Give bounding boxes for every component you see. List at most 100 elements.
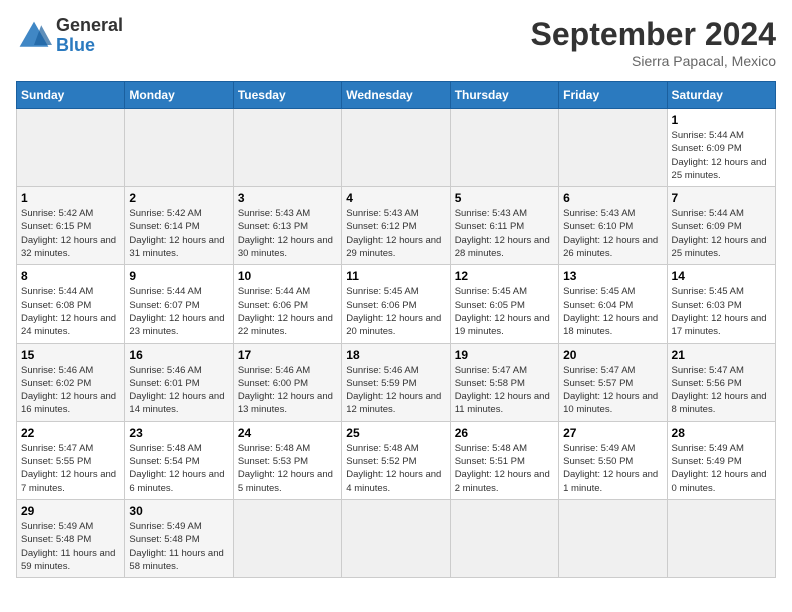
day-info: Sunrise: 5:49 AMSunset: 5:48 PMDaylight:… — [129, 520, 228, 573]
calendar-cell: 18 Sunrise: 5:46 AMSunset: 5:59 PMDayligh… — [342, 343, 450, 421]
calendar-cell: 20 Sunrise: 5:47 AMSunset: 5:57 PMDayligh… — [559, 343, 667, 421]
calendar-cell — [125, 109, 233, 187]
day-info: Sunrise: 5:45 AMSunset: 6:04 PMDaylight:… — [563, 285, 662, 338]
calendar-cell — [559, 499, 667, 577]
day-number: 1 — [21, 191, 120, 205]
calendar-cell: 19Sunrise: 5:47 AMSunset: 5:58 PMDayligh… — [450, 343, 558, 421]
calendar-cell: 28Sunrise: 5:49 AMSunset: 5:49 PMDayligh… — [667, 421, 775, 499]
day-number: 4 — [346, 191, 445, 205]
calendar-cell — [450, 499, 558, 577]
calendar-week-row: 22 Sunrise: 5:47 AMSunset: 5:55 PMDayligh… — [17, 421, 776, 499]
page-header: General Blue September 2024 Sierra Papac… — [16, 16, 776, 69]
calendar-cell: 2 Sunrise: 5:42 AMSunset: 6:14 PMDaylight… — [125, 187, 233, 265]
day-info: Sunrise: 5:49 AMSunset: 5:49 PMDaylight:… — [672, 442, 771, 495]
logo-icon — [16, 18, 52, 54]
calendar-cell: 27 Sunrise: 5:49 AMSunset: 5:50 PMDayligh… — [559, 421, 667, 499]
calendar-week-row: 1 Sunrise: 5:44 AMSunset: 6:09 PMDaylight… — [17, 109, 776, 187]
day-number: 6 — [563, 191, 662, 205]
calendar-cell: 23 Sunrise: 5:48 AMSunset: 5:54 PMDayligh… — [125, 421, 233, 499]
day-info: Sunrise: 5:43 AMSunset: 6:12 PMDaylight:… — [346, 207, 445, 260]
calendar-cell — [342, 109, 450, 187]
day-number: 10 — [238, 269, 337, 283]
day-number: 2 — [129, 191, 228, 205]
day-number: 26 — [455, 426, 554, 440]
day-info: Sunrise: 5:49 AMSunset: 5:50 PMDaylight:… — [563, 442, 662, 495]
day-info: Sunrise: 5:42 AMSunset: 6:15 PMDaylight:… — [21, 207, 120, 260]
calendar-cell — [342, 499, 450, 577]
day-info: Sunrise: 5:42 AMSunset: 6:14 PMDaylight:… — [129, 207, 228, 260]
day-number: 3 — [238, 191, 337, 205]
calendar-cell: 16 Sunrise: 5:46 AMSunset: 6:01 PMDayligh… — [125, 343, 233, 421]
day-info: Sunrise: 5:43 AMSunset: 6:13 PMDaylight:… — [238, 207, 337, 260]
day-number: 14 — [672, 269, 771, 283]
calendar-cell: 5 Sunrise: 5:43 AMSunset: 6:11 PMDaylight… — [450, 187, 558, 265]
calendar-week-row: 29Sunrise: 5:49 AMSunset: 5:48 PMDayligh… — [17, 499, 776, 577]
day-of-week-header: Friday — [559, 82, 667, 109]
day-number: 25 — [346, 426, 445, 440]
day-number: 21 — [672, 348, 771, 362]
day-of-week-header: Thursday — [450, 82, 558, 109]
day-info: Sunrise: 5:47 AMSunset: 5:58 PMDaylight:… — [455, 364, 554, 417]
day-number: 30 — [129, 504, 228, 518]
day-info: Sunrise: 5:47 AMSunset: 5:56 PMDaylight:… — [672, 364, 771, 417]
day-info: Sunrise: 5:48 AMSunset: 5:52 PMDaylight:… — [346, 442, 445, 495]
day-of-week-header: Sunday — [17, 82, 125, 109]
calendar-cell — [559, 109, 667, 187]
day-info: Sunrise: 5:43 AMSunset: 6:10 PMDaylight:… — [563, 207, 662, 260]
day-number: 11 — [346, 269, 445, 283]
day-info: Sunrise: 5:48 AMSunset: 5:54 PMDaylight:… — [129, 442, 228, 495]
calendar-cell: 26 Sunrise: 5:48 AMSunset: 5:51 PMDayligh… — [450, 421, 558, 499]
day-info: Sunrise: 5:44 AMSunset: 6:08 PMDaylight:… — [21, 285, 120, 338]
calendar-cell: 22 Sunrise: 5:47 AMSunset: 5:55 PMDayligh… — [17, 421, 125, 499]
day-info: Sunrise: 5:46 AMSunset: 5:59 PMDaylight:… — [346, 364, 445, 417]
day-info: Sunrise: 5:45 AMSunset: 6:06 PMDaylight:… — [346, 285, 445, 338]
day-number: 16 — [129, 348, 228, 362]
day-number: 27 — [563, 426, 662, 440]
calendar-cell: 15Sunrise: 5:46 AMSunset: 6:02 PMDayligh… — [17, 343, 125, 421]
calendar-week-row: 8 Sunrise: 5:44 AMSunset: 6:08 PMDaylight… — [17, 265, 776, 343]
calendar-cell: 3 Sunrise: 5:43 AMSunset: 6:13 PMDaylight… — [233, 187, 341, 265]
calendar-cell: 7 Sunrise: 5:44 AMSunset: 6:09 PMDaylight… — [667, 187, 775, 265]
day-number: 12 — [455, 269, 554, 283]
day-info: Sunrise: 5:49 AMSunset: 5:48 PMDaylight:… — [21, 520, 120, 573]
day-number: 17 — [238, 348, 337, 362]
logo: General Blue — [16, 16, 123, 56]
day-info: Sunrise: 5:44 AMSunset: 6:09 PMDaylight:… — [672, 207, 771, 260]
calendar-cell: 8 Sunrise: 5:44 AMSunset: 6:08 PMDaylight… — [17, 265, 125, 343]
day-of-week-header: Tuesday — [233, 82, 341, 109]
day-number: 1 — [672, 113, 771, 127]
day-number: 5 — [455, 191, 554, 205]
calendar-cell — [17, 109, 125, 187]
day-number: 8 — [21, 269, 120, 283]
calendar-cell: 1 Sunrise: 5:42 AMSunset: 6:15 PMDaylight… — [17, 187, 125, 265]
day-number: 9 — [129, 269, 228, 283]
day-number: 23 — [129, 426, 228, 440]
day-number: 18 — [346, 348, 445, 362]
day-number: 22 — [21, 426, 120, 440]
calendar-cell: 21 Sunrise: 5:47 AMSunset: 5:56 PMDayligh… — [667, 343, 775, 421]
calendar-table: SundayMondayTuesdayWednesdayThursdayFrid… — [16, 81, 776, 578]
day-info: Sunrise: 5:48 AMSunset: 5:53 PMDaylight:… — [238, 442, 337, 495]
day-of-week-header: Saturday — [667, 82, 775, 109]
day-info: Sunrise: 5:47 AMSunset: 5:55 PMDaylight:… — [21, 442, 120, 495]
day-info: Sunrise: 5:46 AMSunset: 6:00 PMDaylight:… — [238, 364, 337, 417]
days-of-week-row: SundayMondayTuesdayWednesdayThursdayFrid… — [17, 82, 776, 109]
calendar-cell — [233, 109, 341, 187]
day-info: Sunrise: 5:47 AMSunset: 5:57 PMDaylight:… — [563, 364, 662, 417]
day-info: Sunrise: 5:46 AMSunset: 6:01 PMDaylight:… — [129, 364, 228, 417]
day-of-week-header: Wednesday — [342, 82, 450, 109]
calendar-cell — [233, 499, 341, 577]
calendar-cell: 10Sunrise: 5:44 AMSunset: 6:06 PMDayligh… — [233, 265, 341, 343]
day-number: 20 — [563, 348, 662, 362]
logo-line2: Blue — [56, 36, 123, 56]
day-info: Sunrise: 5:48 AMSunset: 5:51 PMDaylight:… — [455, 442, 554, 495]
day-info: Sunrise: 5:43 AMSunset: 6:11 PMDaylight:… — [455, 207, 554, 260]
calendar-week-row: 1 Sunrise: 5:42 AMSunset: 6:15 PMDaylight… — [17, 187, 776, 265]
calendar-body: 1 Sunrise: 5:44 AMSunset: 6:09 PMDaylight… — [17, 109, 776, 578]
logo-line1: General — [56, 16, 123, 36]
calendar-cell: 30 Sunrise: 5:49 AMSunset: 5:48 PMDayligh… — [125, 499, 233, 577]
day-number: 7 — [672, 191, 771, 205]
calendar-cell: 24Sunrise: 5:48 AMSunset: 5:53 PMDayligh… — [233, 421, 341, 499]
calendar-cell: 29Sunrise: 5:49 AMSunset: 5:48 PMDayligh… — [17, 499, 125, 577]
day-info: Sunrise: 5:44 AMSunset: 6:09 PMDaylight:… — [672, 129, 771, 182]
